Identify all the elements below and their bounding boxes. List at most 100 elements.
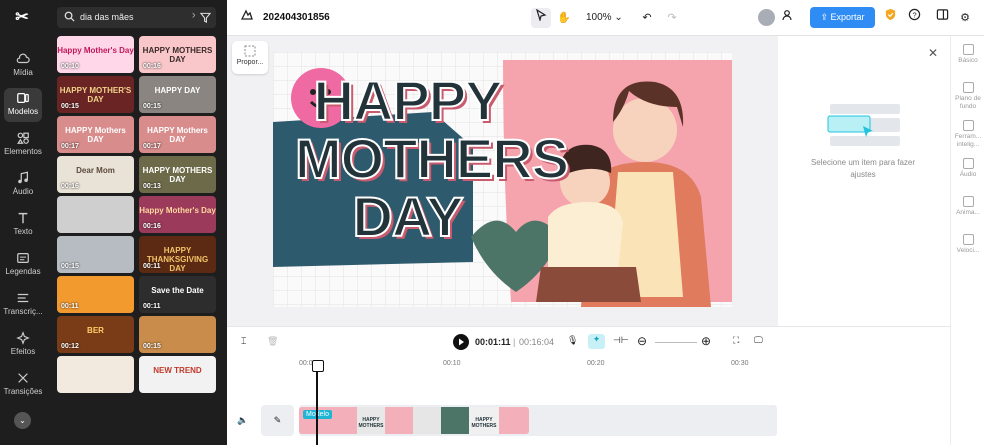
template-card[interactable]: 00:15 (57, 236, 134, 273)
video-canvas[interactable]: HAPPY MOTHERS DAY (273, 52, 732, 307)
zoom-out-icon[interactable]: ⊖ (637, 334, 647, 348)
avatar[interactable] (758, 9, 775, 26)
nav-label: Texto (13, 227, 33, 236)
template-duration: 00:15 (143, 103, 161, 110)
capcut-logo[interactable]: ✂ (11, 8, 33, 28)
template-title: Save the Date (151, 286, 204, 295)
close-icon[interactable]: ✕ (928, 46, 938, 60)
export-button[interactable]: ⇪ Exportar (810, 7, 875, 28)
template-card[interactable]: HAPPY Mothers DAY 00:17 (57, 116, 134, 153)
template-card[interactable]: 00:15 (139, 316, 216, 353)
poster-headline[interactable]: HAPPY MOTHERS DAY (294, 71, 570, 248)
playhead[interactable] (312, 360, 324, 445)
property-tabs: Básico Plano de fundo Ferram... intelig...… (950, 36, 984, 445)
microphone-icon[interactable]: 🎙 (567, 335, 578, 346)
template-card[interactable] (57, 196, 134, 233)
delete-icon[interactable]: 🗑 (267, 336, 278, 347)
shield-icon[interactable] (880, 8, 900, 28)
template-card[interactable]: HAPPY MOTHER'S DAY 00:15 (57, 76, 134, 113)
volume-icon[interactable]: 🔈 (237, 415, 248, 426)
property-tab-label: Áudio (959, 171, 977, 178)
property-tab[interactable]: Ferram... intelig... (951, 120, 984, 149)
nav-item-text[interactable]: Texto (4, 208, 42, 242)
redo-icon[interactable]: ↷ (662, 8, 682, 28)
proportion-button[interactable]: Propor... (232, 41, 268, 74)
template-card[interactable]: BER 00:12 (57, 316, 134, 353)
nav-item-transitions[interactable]: Transições (4, 368, 42, 402)
poster-line: DAY (351, 185, 464, 248)
template-card[interactable]: HAPPY Mothers DAY 00:17 (139, 116, 216, 153)
smart-tool-icon[interactable]: ✦ (588, 334, 605, 349)
project-icon[interactable] (237, 8, 257, 28)
nav-item-effects[interactable]: Efeitos (4, 328, 42, 362)
left-nav: ✂ Mídia Modelos Elementos Áudio Texto Le… (0, 0, 46, 445)
total-time: 00:16:04 (519, 337, 555, 347)
undo-icon[interactable]: ↶ (637, 8, 657, 28)
property-tab[interactable]: Plano de fundo (951, 82, 984, 111)
project-name[interactable]: 202404301856 (263, 12, 330, 23)
template-title: HAPPY Mothers DAY (65, 126, 126, 144)
nav-item-transcript[interactable]: Transcriç... (3, 288, 43, 322)
time-ruler[interactable]: 00:00 00:10 00:20 00:30 (299, 360, 950, 374)
template-card[interactable]: HAPPY THANKSGIVING DAY 00:11 (139, 236, 216, 273)
layout-panel-icon[interactable] (932, 8, 952, 28)
nav-item-audio[interactable]: Áudio (4, 168, 42, 202)
nav-item-elements[interactable]: Elementos (4, 128, 42, 162)
zoom-level[interactable]: 100% ⌄ (586, 12, 623, 23)
template-title: Happy Mother's Day (139, 206, 216, 215)
edit-cover-icon[interactable]: ✎ (261, 405, 294, 436)
property-tab-icon (962, 44, 974, 55)
template-card[interactable]: Happy Mother's Day 00:16 (139, 196, 216, 233)
template-card[interactable]: NEW TREND (139, 356, 216, 393)
template-title: HAPPY MOTHERS DAY (142, 46, 213, 64)
template-card[interactable]: Save the Date 00:11 (139, 276, 216, 313)
timeline: ⌶ 🗑 00:01:11 | 00:16:04 🎙 ✦ ⊣⊢ ⊖ ⊕ ⛶ 🖵 0… (227, 326, 950, 445)
zoom-value: 100% (586, 12, 612, 23)
template-card[interactable]: Dear Mom 00:16 (57, 156, 134, 193)
add-user-icon[interactable] (778, 8, 798, 28)
search-box[interactable]: dia das mães × (57, 7, 204, 28)
template-duration: 00:15 (61, 103, 79, 110)
property-tab-icon (962, 82, 974, 93)
template-title: BER (87, 326, 104, 335)
nav-item-captions[interactable]: Legendas (4, 248, 42, 282)
property-tab[interactable]: Áudio (951, 158, 984, 179)
zoom-slider[interactable] (655, 342, 697, 343)
property-tab-label: Básico (958, 57, 978, 64)
zoom-in-icon[interactable]: ⊕ (701, 334, 711, 348)
filter-button[interactable] (195, 7, 216, 28)
search-input[interactable]: dia das mães (80, 12, 134, 22)
template-title: NEW TREND (153, 366, 202, 375)
template-duration: 00:16 (143, 223, 161, 230)
template-title: HAPPY MOTHER'S DAY (59, 86, 132, 104)
split-view-icon[interactable]: ⊣⊢ (613, 335, 629, 346)
play-button[interactable] (453, 334, 469, 352)
split-icon[interactable]: ⌶ (241, 336, 246, 347)
elements-icon (4, 131, 42, 147)
preview-monitor-icon[interactable]: 🖵 (754, 335, 763, 346)
template-card[interactable]: HAPPY DAY 00:15 (139, 76, 216, 113)
property-tab[interactable]: Veloci... (951, 234, 984, 255)
property-tab[interactable]: Básico (951, 44, 984, 65)
template-card[interactable] (57, 356, 134, 393)
properties-panel: ✕ Selecione um item para fazer ajustes (778, 36, 950, 326)
select-pointer-icon[interactable] (531, 8, 551, 28)
template-duration: 00:10 (61, 63, 79, 70)
template-duration: 00:17 (143, 143, 161, 150)
fit-screen-icon[interactable]: ⛶ (733, 335, 739, 346)
template-card[interactable]: HAPPY MOTHERS DAY 00:13 (139, 156, 216, 193)
expand-chevron-icon[interactable]: ⌄ (14, 412, 31, 429)
template-title: Dear Mom (76, 166, 115, 175)
template-clip[interactable]: HAPPY MOTHERS HAPPY MOTHERS Modelo (299, 407, 529, 434)
template-title: HAPPY Mothers DAY (147, 126, 208, 144)
help-icon[interactable]: ? (904, 8, 924, 28)
template-card[interactable]: HAPPY MOTHERS DAY 00:16 (139, 36, 216, 73)
hand-pan-icon[interactable]: ✋ (554, 8, 574, 28)
nav-item-templates[interactable]: Modelos (4, 88, 42, 122)
settings-gear-icon[interactable]: ⚙ (955, 8, 975, 28)
template-card[interactable]: 00:11 (57, 276, 134, 313)
template-card[interactable]: Happy Mother's Day 00:10 (57, 36, 134, 73)
nav-item-media[interactable]: Mídia (4, 49, 42, 83)
property-tab[interactable]: Anima... (951, 196, 984, 217)
ruler-tick: 00:30 (731, 360, 749, 367)
